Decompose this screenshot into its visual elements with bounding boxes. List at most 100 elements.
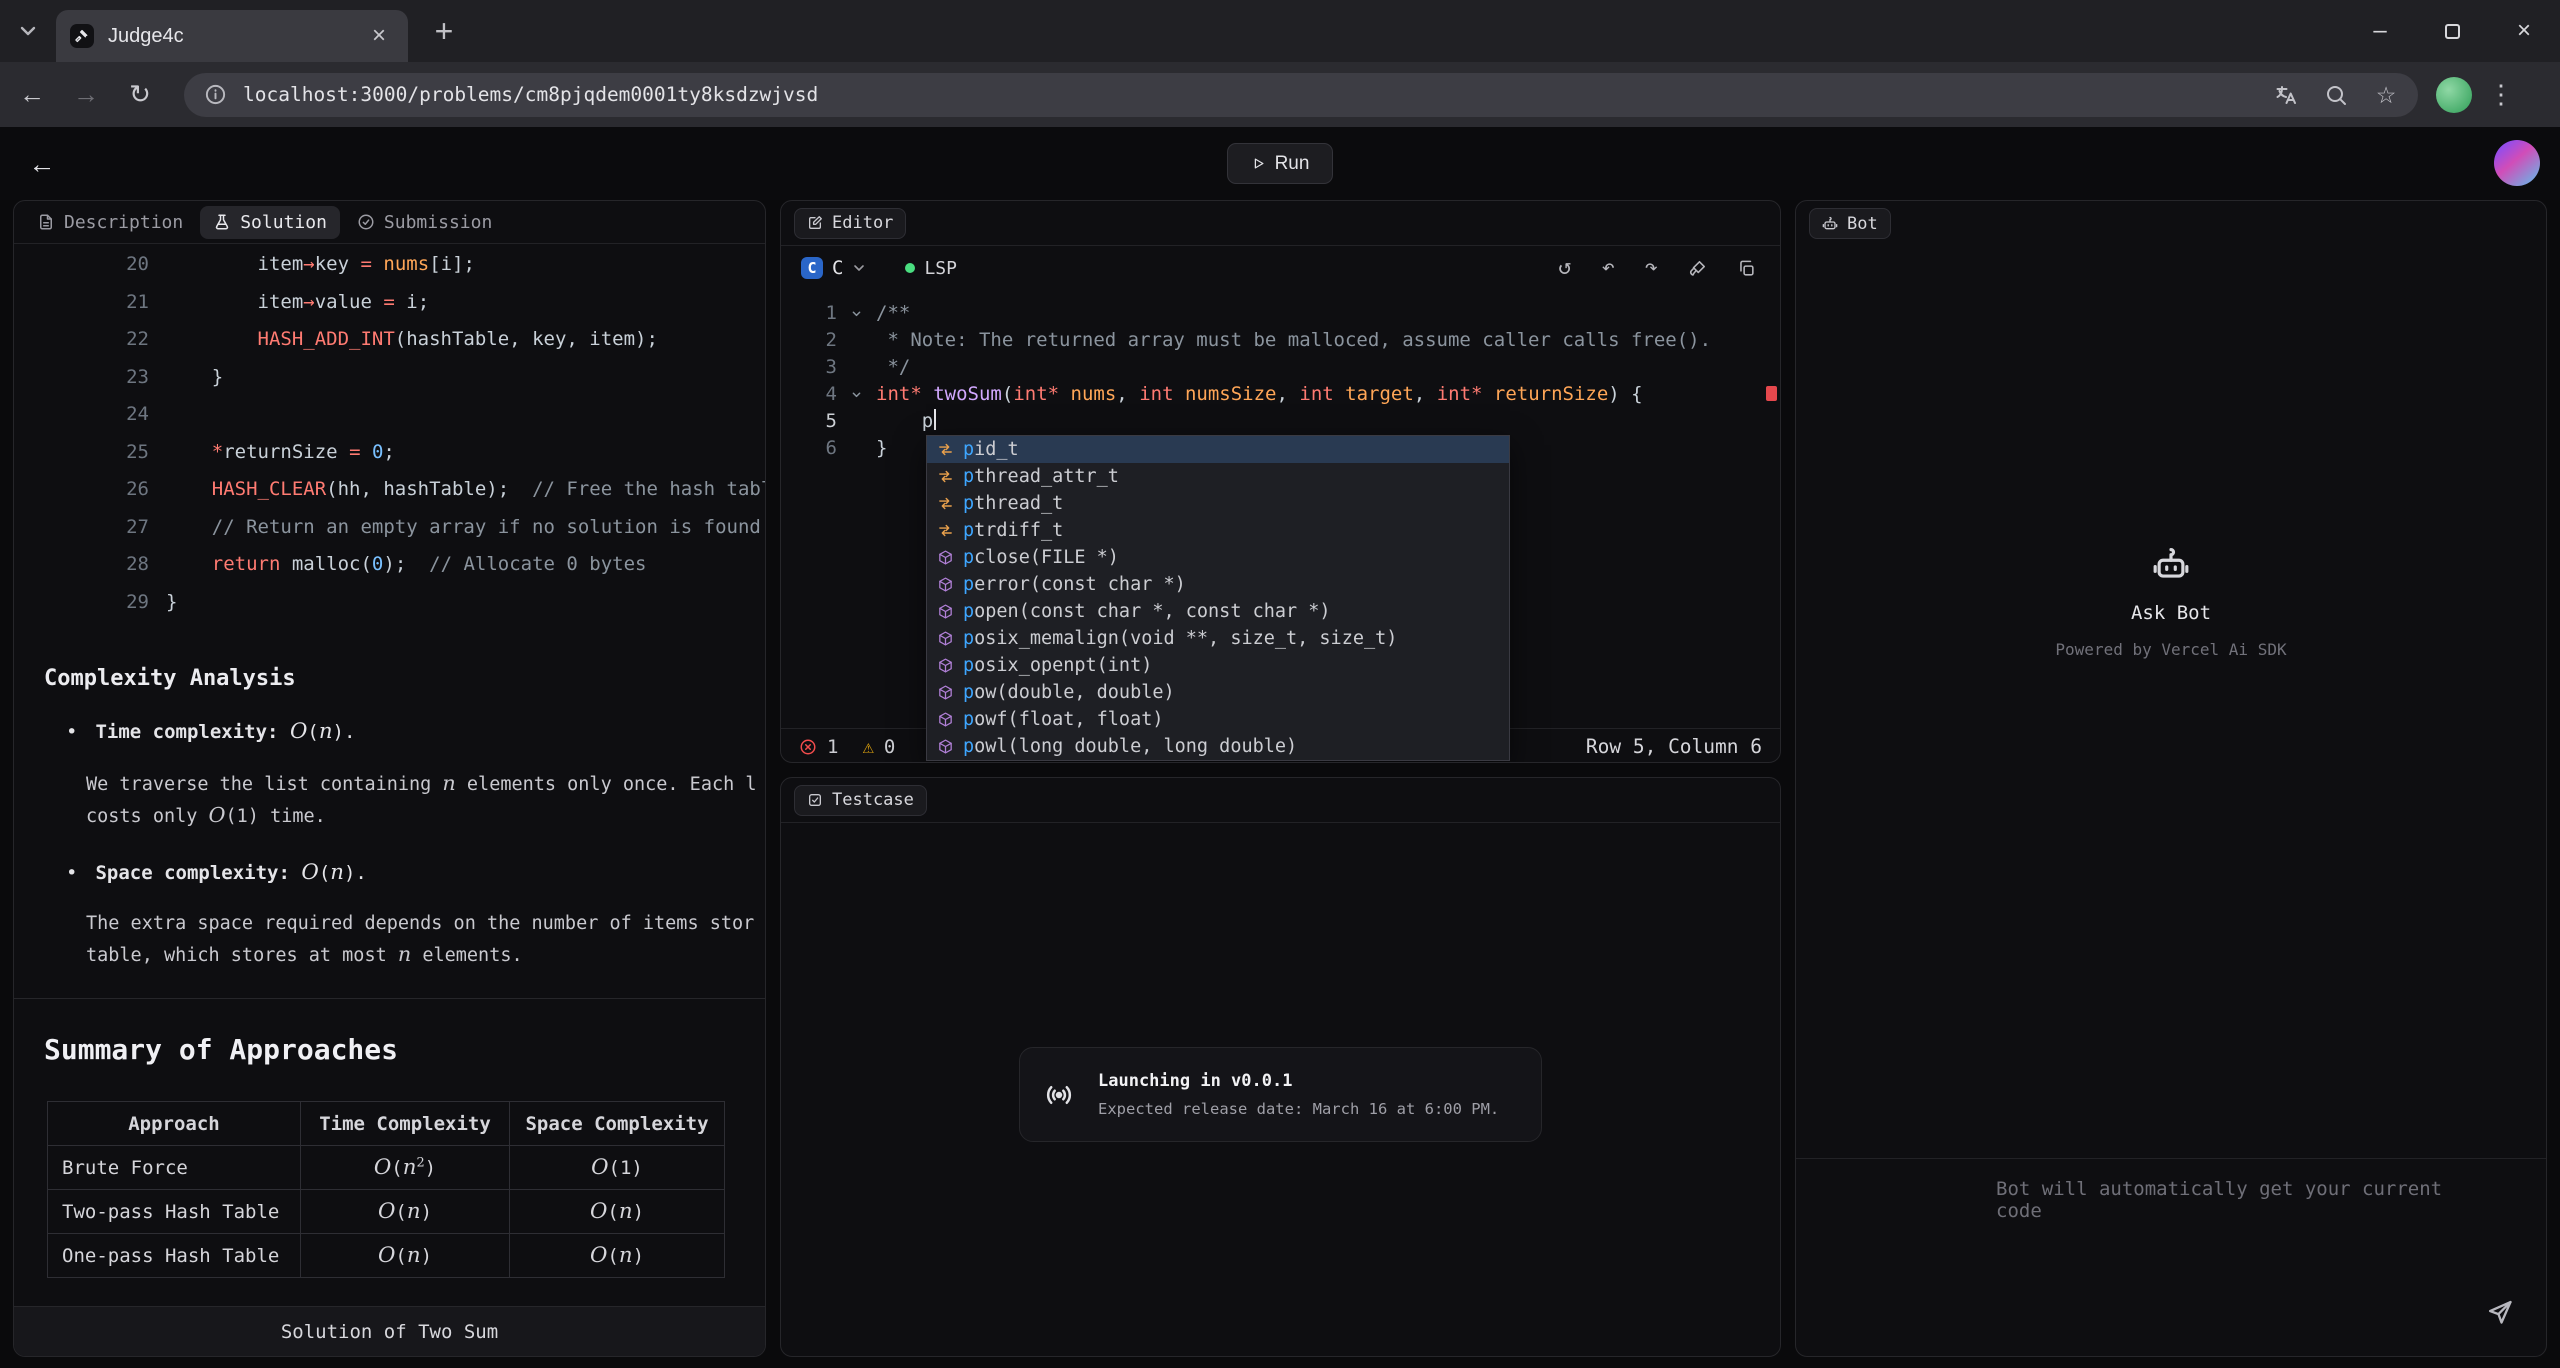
browser-profile-avatar[interactable] (2436, 77, 2472, 113)
line-number: 2 (781, 327, 837, 354)
tab-search-chevron-icon[interactable] (16, 19, 40, 43)
undo-icon[interactable]: ↶ (1602, 257, 1615, 279)
bot-icon (1822, 216, 1838, 232)
bot-panel: Bot Ask Bot Powered by Vercel Ai SDK (1795, 200, 2547, 1357)
send-icon[interactable] (2486, 1298, 2514, 1326)
line-number: 6 (781, 435, 837, 462)
suggestion-item[interactable]: powf(float, float) (927, 706, 1509, 733)
error-count: 1 (827, 736, 838, 758)
method-icon (937, 549, 954, 566)
table-cell: Brute Force (48, 1146, 301, 1190)
toast-title: Launching in v0.0.1 (1098, 1071, 1499, 1091)
maximize-icon (2445, 24, 2460, 39)
lsp-status-dot (905, 263, 915, 273)
typedef-icon (937, 522, 954, 539)
run-button[interactable]: Run (1227, 143, 1333, 184)
table-header-cell: Approach (48, 1102, 301, 1146)
browser-forward-button[interactable]: → (64, 73, 108, 117)
language-selector[interactable]: C C (801, 257, 867, 279)
complexity-heading: Complexity Analysis (44, 666, 735, 691)
method-icon (937, 711, 954, 728)
tab-title: Judge4c (108, 25, 350, 48)
format-icon[interactable] (1688, 259, 1707, 278)
line-number: 27 (14, 509, 149, 547)
solution-content[interactable]: 20 item→key = nums[i];21 item→value = i;… (14, 244, 765, 1307)
solution-panel-tabs: Description Solution Submission (14, 201, 765, 244)
url-text[interactable]: localhost:3000/problems/cm8pjqdem0001ty8… (243, 83, 2248, 106)
tab-solution[interactable]: Solution (200, 206, 340, 239)
suggestion-item[interactable]: perror(const char *) (927, 571, 1509, 598)
solution-code-line: 29} (14, 584, 765, 622)
summary-table: ApproachTime ComplexitySpace ComplexityB… (47, 1101, 725, 1278)
suggestion-item[interactable]: pclose(FILE *) (927, 544, 1509, 571)
window-minimize-button[interactable]: – (2344, 0, 2416, 62)
bot-message-input[interactable] (1796, 1159, 2546, 1356)
code-editor[interactable]: 1/**2 * Note: The returned array must be… (781, 290, 1780, 728)
browser-tab[interactable]: Judge4c × (56, 10, 408, 62)
suggestion-label: pclose(FILE *) (963, 547, 1119, 568)
suggestion-item[interactable]: powl(long double, long double) (927, 733, 1509, 760)
line-number: 3 (781, 354, 837, 381)
table-cell: O(n) (510, 1190, 725, 1234)
translate-icon[interactable] (2274, 83, 2298, 107)
table-header-row: ApproachTime ComplexitySpace Complexity (48, 1102, 725, 1146)
suggestion-item[interactable]: posix_openpt(int) (927, 652, 1509, 679)
browser-tab-strip: Judge4c × + – × (0, 0, 2560, 62)
suggestion-item[interactable]: pid_t (927, 436, 1509, 463)
complexity-paragraph: We traverse the list containing n elemen… (86, 768, 765, 832)
flask-icon (213, 213, 231, 231)
browser-back-button[interactable]: ← (10, 73, 54, 117)
window-close-button[interactable]: × (2488, 0, 2560, 62)
table-cell: O(n) (301, 1234, 510, 1278)
suggestion-item[interactable]: pthread_attr_t (927, 463, 1509, 490)
user-avatar[interactable] (2494, 140, 2540, 186)
suggestion-item[interactable]: pthread_t (927, 490, 1509, 517)
run-button-label: Run (1275, 153, 1310, 175)
search-lens-icon[interactable] (2324, 83, 2348, 107)
editor-code-line: 3 */ (781, 354, 1780, 381)
suggestion-label: posix_memalign(void **, size_t, size_t) (963, 628, 1397, 649)
fold-chevron-icon[interactable] (837, 381, 876, 408)
fold-chevron-icon[interactable] (837, 300, 876, 327)
tab-close-icon[interactable]: × (364, 21, 394, 51)
suggestion-item[interactable]: ptrdiff_t (927, 517, 1509, 544)
cursor-position: Row 5, Column 6 (1586, 735, 1762, 758)
app-header: ← Run (0, 127, 2560, 200)
suggestion-item[interactable]: posix_memalign(void **, size_t, size_t) (927, 625, 1509, 652)
tab-submission[interactable]: Submission (344, 206, 505, 239)
new-tab-button[interactable]: + (426, 13, 462, 49)
editor-code-line: 5 p (781, 408, 1780, 435)
table-cell: Two-pass Hash Table (48, 1190, 301, 1234)
tab-description[interactable]: Description (24, 206, 196, 239)
c-language-icon: C (801, 257, 823, 279)
method-icon (937, 630, 954, 647)
bullet: • (66, 721, 77, 743)
site-info-icon[interactable] (204, 83, 227, 106)
table-cell: O(n) (301, 1190, 510, 1234)
table-cell: One-pass Hash Table (48, 1234, 301, 1278)
suggestion-label: powl(long double, long double) (963, 736, 1297, 757)
suggestion-item[interactable]: popen(const char *, const char *) (927, 598, 1509, 625)
line-number: 23 (14, 359, 149, 397)
browser-menu-icon[interactable]: ⋮ (2488, 79, 2514, 110)
suggestion-label: pow(double, double) (963, 682, 1175, 703)
bookmark-star-icon[interactable]: ☆ (2374, 83, 2398, 107)
lsp-label: LSP (924, 258, 957, 279)
reset-icon[interactable]: ↺ (1558, 257, 1571, 279)
fold-gutter (837, 408, 876, 435)
suggestion-item[interactable]: pow(double, double) (927, 679, 1509, 706)
app-back-button[interactable]: ← (22, 144, 62, 184)
copy-icon[interactable] (1737, 259, 1756, 278)
suggestion-label: powf(float, float) (963, 709, 1164, 730)
redo-icon[interactable]: ↷ (1645, 257, 1658, 279)
address-bar[interactable]: localhost:3000/problems/cm8pjqdem0001ty8… (184, 73, 2418, 117)
window-maximize-button[interactable] (2416, 0, 2488, 62)
line-number: 24 (14, 396, 149, 434)
testcase-panel-header: Testcase (781, 778, 1780, 823)
method-icon (937, 738, 954, 755)
suggestion-label: pid_t (963, 439, 1019, 460)
line-number: 26 (14, 471, 149, 509)
browser-reload-button[interactable]: ↻ (118, 73, 162, 117)
overview-ruler-error-marker (1766, 386, 1777, 401)
solution-code-line: 20 item→key = nums[i]; (14, 246, 765, 284)
